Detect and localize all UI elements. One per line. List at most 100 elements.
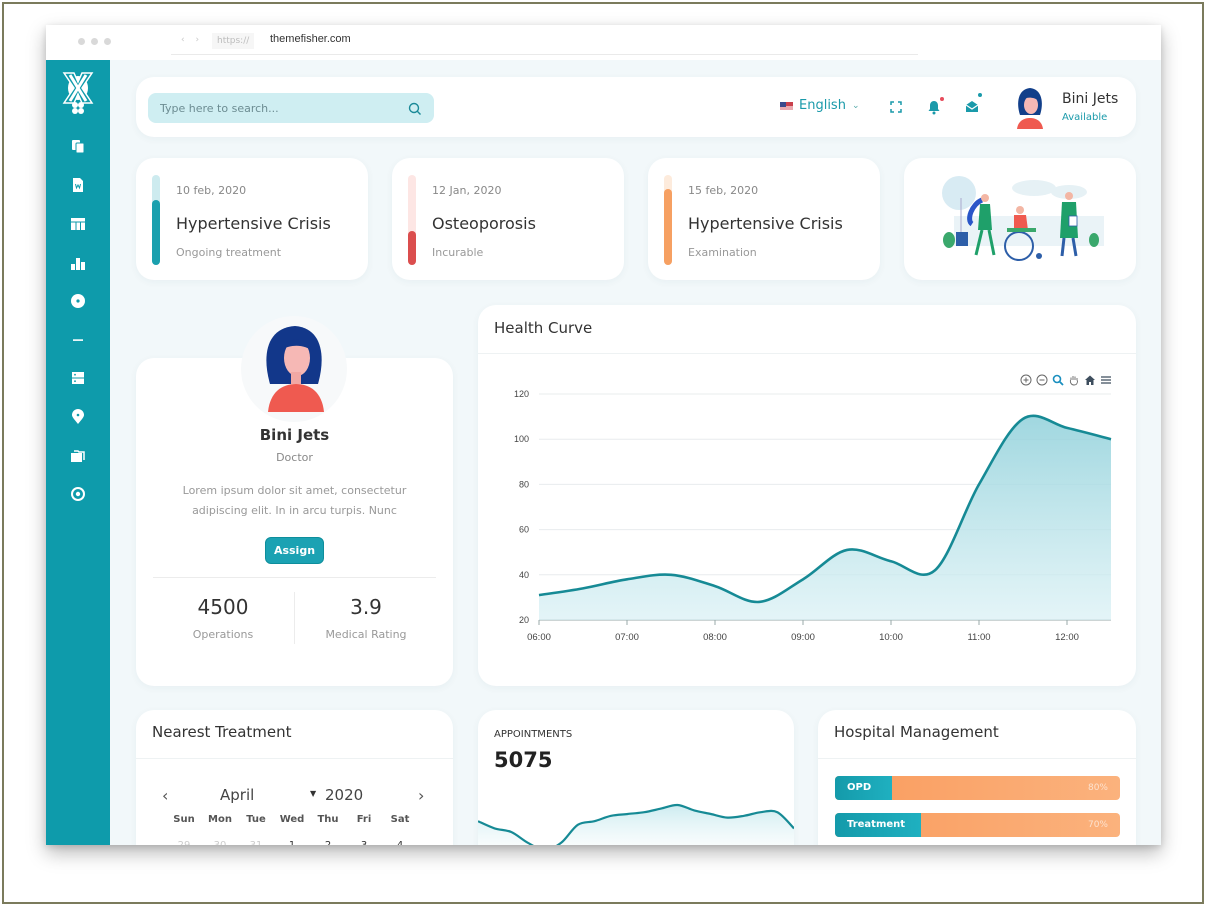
calendar-day[interactable]: 31: [238, 840, 274, 845]
progress-bar-treatment: Treatment 70%: [835, 813, 1120, 837]
rating-value: 3.9: [350, 595, 382, 619]
condition-card[interactable]: 12 Jan, 2020 Osteoporosis Incurable: [392, 158, 624, 280]
weekday-label: Mon: [208, 814, 232, 825]
y-tick-label: 60: [519, 525, 529, 535]
profile-divider: [153, 577, 436, 578]
y-tick-label: 20: [519, 615, 529, 625]
window-dot-minimize[interactable]: [91, 38, 98, 45]
condition-date: 15 feb, 2020: [688, 184, 759, 197]
health-data-point[interactable]: [1064, 425, 1070, 431]
profile-role: Doctor: [276, 451, 313, 464]
operations-value: 4500: [197, 595, 249, 619]
health-data-point[interactable]: [668, 572, 674, 578]
health-curve-card: 20 40 60 80 100 120 06:00 07:00 08:00 09:00 10:00 1…: [478, 305, 1136, 686]
browser-nav-arrows[interactable]: ‹ ›: [181, 35, 203, 45]
month-dropdown-caret-icon[interactable]: ▼: [310, 789, 316, 798]
health-data-point[interactable]: [536, 592, 542, 598]
assign-button[interactable]: Assign: [265, 537, 324, 564]
calendar-day[interactable]: 4: [382, 840, 418, 845]
appointments-area: [478, 804, 794, 845]
dashboard-grid-icon[interactable]: [68, 98, 88, 118]
health-data-point[interactable]: [624, 576, 630, 582]
table-icon[interactable]: [68, 214, 88, 234]
condition-card[interactable]: 10 feb, 2020 Hypertensive Crisis Ongoing t…: [136, 158, 368, 280]
condition-title: Hypertensive Crisis: [176, 214, 331, 233]
calendar-year[interactable]: 2020: [325, 786, 363, 804]
minus-icon[interactable]: [68, 330, 88, 350]
hospital-management-card: Hospital Management OPD 80% Treatment 70%: [818, 710, 1136, 845]
x-tick-label: 10:00: [879, 632, 903, 643]
condition-date: 10 feb, 2020: [176, 184, 247, 197]
bar-chart-icon[interactable]: [68, 253, 88, 273]
profile-name: Bini Jets: [259, 426, 330, 444]
us-flag-icon: [780, 101, 793, 110]
progress-label: Treatment: [847, 819, 906, 830]
sidebar: [46, 60, 110, 845]
health-data-point[interactable]: [756, 599, 762, 605]
illustration-card: [904, 158, 1136, 280]
folders-icon[interactable]: [68, 446, 88, 466]
magnify-icon[interactable]: [1052, 371, 1064, 386]
zoom-out-icon[interactable]: [1036, 371, 1048, 386]
language-selector[interactable]: English ⌄: [780, 98, 860, 113]
condition-status: Ongoing treatment: [176, 246, 282, 259]
calendar-day[interactable]: 3: [346, 840, 382, 845]
health-data-point[interactable]: [580, 585, 586, 591]
health-data-point[interactable]: [844, 547, 850, 553]
health-data-point[interactable]: [976, 481, 982, 487]
chevron-down-icon: ⌄: [851, 100, 860, 111]
mail-icon[interactable]: [964, 93, 982, 115]
calendar-day[interactable]: 2: [310, 840, 346, 845]
condition-level-fill: [664, 188, 672, 265]
url-underline: [171, 54, 918, 55]
calendar-day[interactable]: 29: [166, 840, 202, 845]
fullscreen-icon[interactable]: [888, 99, 904, 115]
health-data-point[interactable]: [800, 576, 806, 582]
search-icon[interactable]: [408, 101, 422, 115]
map-pin-icon[interactable]: [68, 407, 88, 427]
y-tick-label: 80: [519, 479, 529, 489]
user-name[interactable]: Bini Jets: [1062, 91, 1118, 107]
calendar-prev-button[interactable]: ‹: [162, 786, 168, 805]
condition-level-bar: [408, 175, 416, 265]
health-data-point[interactable]: [932, 567, 938, 573]
health-data-point[interactable]: [1108, 436, 1114, 442]
x-tick-label: 09:00: [791, 632, 815, 643]
url-bar[interactable]: themefisher.com: [270, 33, 351, 45]
mail-badge: [978, 93, 982, 97]
window-dot-close[interactable]: [78, 38, 85, 45]
user-status: Available: [1062, 112, 1108, 123]
weekday-label: Sun: [173, 814, 195, 825]
document-icon[interactable]: [68, 175, 88, 195]
x-tick-label: 12:00: [1055, 632, 1079, 643]
x-tick-label: 11:00: [967, 632, 990, 643]
condition-card[interactable]: 15 feb, 2020 Hypertensive Crisis Examinati…: [648, 158, 880, 280]
condition-title: Osteoporosis: [432, 214, 536, 233]
profile-avatar: [266, 326, 324, 412]
home-icon[interactable]: [1084, 371, 1096, 385]
bell-icon[interactable]: [926, 97, 944, 115]
health-data-point[interactable]: [888, 558, 894, 564]
pan-hand-icon[interactable]: [1068, 371, 1080, 386]
progress-percent: 70%: [1087, 820, 1108, 830]
server-icon[interactable]: [68, 368, 88, 388]
calendar-next-button[interactable]: ›: [418, 786, 424, 805]
search-input[interactable]: [148, 93, 434, 123]
window-dot-maximize[interactable]: [104, 38, 111, 45]
zoom-in-icon[interactable]: [1020, 371, 1032, 386]
card-divider: [478, 353, 1136, 354]
health-data-point[interactable]: [1020, 416, 1026, 422]
profile-description: Lorem ipsum dolor sit amet, consectetur …: [182, 484, 407, 517]
url-protocol: https://: [212, 33, 255, 49]
circle-plus-icon[interactable]: [68, 291, 88, 311]
weekday-label: Sat: [390, 814, 410, 825]
weekday-label: Fri: [356, 814, 372, 825]
calendar-month-select[interactable]: April: [220, 786, 254, 804]
calendar-day[interactable]: 30: [202, 840, 238, 845]
target-icon[interactable]: [68, 484, 88, 504]
copy-pages-icon[interactable]: [68, 136, 88, 156]
calendar-day[interactable]: 1: [274, 840, 310, 845]
user-avatar[interactable]: [1012, 85, 1048, 129]
menu-icon[interactable]: [1100, 371, 1112, 384]
health-data-point[interactable]: [712, 583, 718, 589]
